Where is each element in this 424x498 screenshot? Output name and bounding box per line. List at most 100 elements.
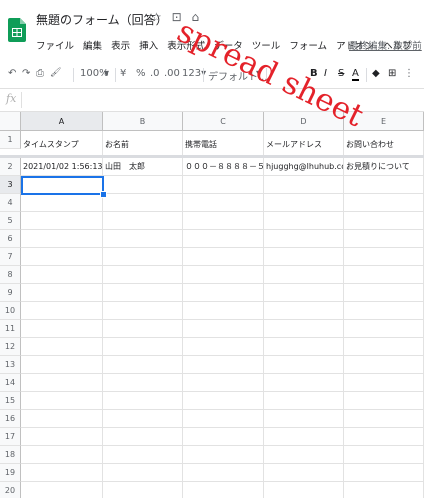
grid-cell[interactable] — [103, 446, 183, 464]
grid-cell[interactable] — [103, 176, 183, 194]
row-header[interactable]: 18 — [0, 446, 21, 464]
undo-icon[interactable]: ↶ — [8, 68, 16, 79]
grid-cell[interactable] — [183, 464, 264, 482]
row-header[interactable]: 10 — [0, 302, 21, 320]
grid-cell[interactable] — [21, 230, 103, 248]
grid-cell[interactable] — [21, 356, 103, 374]
row-header[interactable]: 12 — [0, 338, 21, 356]
grid-cell[interactable] — [344, 374, 424, 392]
grid-cell[interactable] — [21, 248, 103, 266]
grid-cell[interactable] — [344, 284, 424, 302]
grid-cell[interactable] — [103, 464, 183, 482]
grid-cell[interactable] — [21, 464, 103, 482]
grid-cell[interactable] — [183, 212, 264, 230]
grid-cell[interactable] — [21, 446, 103, 464]
merge-cells-icon[interactable]: ⋮ — [404, 68, 414, 79]
borders-icon[interactable]: ⊞ — [388, 68, 396, 79]
row-header[interactable]: 11 — [0, 320, 21, 338]
grid-cell[interactable] — [264, 374, 344, 392]
grid-cell[interactable] — [264, 230, 344, 248]
grid-cell[interactable] — [183, 266, 264, 284]
grid-cell[interactable] — [103, 212, 183, 230]
menu-file[interactable]: ファイル — [36, 41, 74, 52]
row-header[interactable]: 2 — [0, 158, 21, 176]
grid-cell[interactable] — [183, 356, 264, 374]
grid-cell[interactable] — [264, 428, 344, 446]
grid-cell[interactable] — [103, 356, 183, 374]
last-edit-link[interactable]: 最終編集: 数秒前 — [349, 38, 422, 52]
grid-cell[interactable] — [103, 194, 183, 212]
active-cell-a3[interactable] — [21, 176, 104, 195]
grid-cell[interactable] — [264, 302, 344, 320]
grid-cell[interactable] — [344, 410, 424, 428]
italic-button[interactable]: I — [324, 68, 327, 79]
row-header[interactable]: 15 — [0, 392, 21, 410]
grid-cell[interactable] — [103, 410, 183, 428]
grid-cell[interactable] — [103, 284, 183, 302]
grid-cell[interactable] — [344, 194, 424, 212]
currency-button[interactable]: ¥ — [120, 68, 126, 79]
row-header[interactable]: 3 — [0, 176, 21, 194]
grid-cell[interactable] — [183, 230, 264, 248]
row-header[interactable]: 20 — [0, 482, 21, 498]
row-header[interactable]: 14 — [0, 374, 21, 392]
grid-cell[interactable] — [264, 482, 344, 498]
grid-cell[interactable] — [264, 446, 344, 464]
select-all-corner[interactable] — [0, 112, 21, 131]
grid-cell[interactable] — [103, 392, 183, 410]
grid-cell[interactable] — [103, 320, 183, 338]
grid-cell[interactable] — [103, 374, 183, 392]
grid-cell[interactable] — [264, 464, 344, 482]
grid-cell[interactable] — [344, 356, 424, 374]
grid-cell[interactable] — [264, 266, 344, 284]
grid-cell[interactable] — [103, 302, 183, 320]
grid-cell[interactable] — [344, 320, 424, 338]
row-header[interactable]: 7 — [0, 248, 21, 266]
grid-cell[interactable] — [264, 338, 344, 356]
grid-cell[interactable] — [21, 410, 103, 428]
cell-a1[interactable]: タイムスタンプ — [21, 131, 103, 158]
row-header[interactable]: 1 — [0, 131, 21, 149]
row-header[interactable]: 19 — [0, 464, 21, 482]
grid-cell[interactable] — [183, 338, 264, 356]
grid-cell[interactable] — [21, 194, 103, 212]
row-header[interactable]: 5 — [0, 212, 21, 230]
grid-cell[interactable] — [21, 320, 103, 338]
grid-cell[interactable] — [264, 248, 344, 266]
grid-cell[interactable] — [264, 284, 344, 302]
row-header[interactable]: 9 — [0, 284, 21, 302]
row-header[interactable]: 8 — [0, 266, 21, 284]
paint-format-icon[interactable]: 🖌 — [50, 68, 61, 78]
star-icon[interactable]: ☆ — [151, 10, 162, 24]
grid-cell[interactable] — [183, 374, 264, 392]
grid-cell[interactable] — [103, 266, 183, 284]
grid-cell[interactable] — [103, 428, 183, 446]
grid-cell[interactable] — [21, 392, 103, 410]
grid-cell[interactable] — [183, 194, 264, 212]
print-icon[interactable]: ⎙ — [36, 68, 44, 79]
document-title[interactable]: 無題のフォーム（回答） — [36, 11, 168, 28]
grid-cell[interactable] — [183, 248, 264, 266]
grid-cell[interactable] — [344, 266, 424, 284]
text-color-button[interactable]: A — [352, 68, 359, 81]
grid-cell[interactable] — [344, 446, 424, 464]
grid-cell[interactable] — [344, 338, 424, 356]
grid-cell[interactable] — [183, 320, 264, 338]
grid-cell[interactable] — [183, 482, 264, 498]
grid-cell[interactable] — [183, 284, 264, 302]
grid-cell[interactable] — [183, 410, 264, 428]
grid-cell[interactable] — [344, 176, 424, 194]
row-header[interactable]: 16 — [0, 410, 21, 428]
row-header[interactable]: 17 — [0, 428, 21, 446]
grid-cell[interactable] — [103, 248, 183, 266]
grid-cell[interactable] — [344, 464, 424, 482]
strikethrough-button[interactable]: S — [338, 68, 344, 79]
grid-cell[interactable] — [183, 446, 264, 464]
grid-cell[interactable] — [21, 482, 103, 498]
sheets-logo-icon[interactable] — [8, 18, 26, 42]
grid-cell[interactable] — [103, 230, 183, 248]
grid-cell[interactable] — [344, 212, 424, 230]
cell-b2[interactable]: 山田 太郎 — [103, 158, 183, 176]
grid-cell[interactable] — [21, 212, 103, 230]
grid-cell[interactable] — [103, 338, 183, 356]
